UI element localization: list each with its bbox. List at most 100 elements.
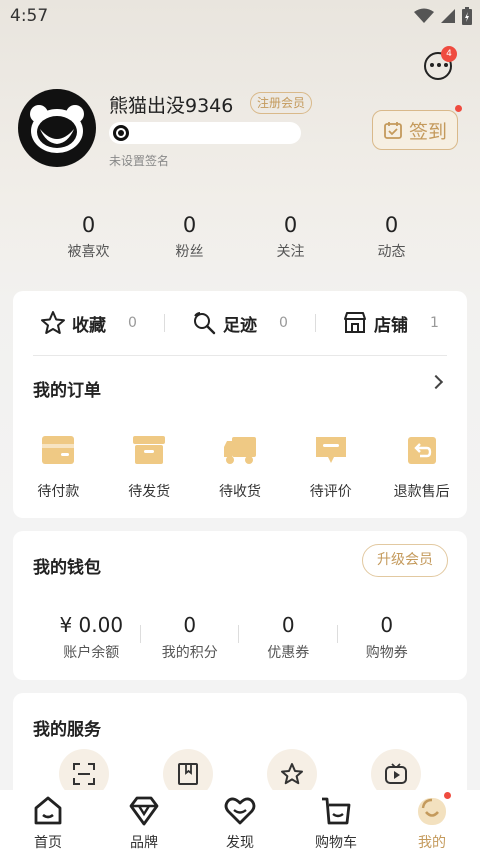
store-icon xyxy=(344,312,367,333)
star-icon xyxy=(281,763,303,785)
quick-link-count: 0 xyxy=(279,315,288,331)
divider xyxy=(33,355,447,356)
star-icon xyxy=(41,311,66,334)
nav-home[interactable]: 首页 xyxy=(0,790,96,853)
calendar-icon xyxy=(384,122,402,139)
wallet-vouchers[interactable]: 0 购物券 xyxy=(338,613,437,662)
order-pending-receipt[interactable]: 待收货 xyxy=(195,435,286,501)
upgrade-member-button[interactable]: 升级会员 xyxy=(362,544,448,577)
wallet-value: ¥ 0.00 xyxy=(59,613,124,637)
wifi-icon xyxy=(414,8,434,23)
orders-card: 收藏 0 足迹 0 店铺 1 我的订单 待付款 待发货 待收货 待评价 退款售后 xyxy=(13,291,467,518)
heart-icon xyxy=(224,797,256,825)
order-label: 退款售后 xyxy=(393,484,450,500)
signature-text[interactable]: 未设置签名 xyxy=(109,152,169,169)
truck-icon xyxy=(223,437,256,464)
order-pending-payment[interactable]: 待付款 xyxy=(13,435,104,501)
quick-link-count: 1 xyxy=(430,315,439,331)
stat-label: 关注 xyxy=(276,244,305,260)
services-card: 我的服务 xyxy=(13,693,467,803)
book-icon xyxy=(178,763,198,785)
nav-label: 品牌 xyxy=(130,835,158,851)
checkin-label: 签到 xyxy=(408,120,447,143)
stat-fans[interactable]: 0 粉丝 xyxy=(139,212,240,261)
stat-label: 被喜欢 xyxy=(67,244,110,260)
comment-icon xyxy=(315,437,346,463)
quick-link-stores[interactable]: 店铺 1 xyxy=(315,305,466,341)
nav-discover[interactable]: 发现 xyxy=(192,790,288,853)
status-icons xyxy=(414,7,472,25)
nav-label: 我的 xyxy=(418,835,446,851)
nav-notification-dot xyxy=(444,792,451,799)
order-label: 待发货 xyxy=(128,484,171,500)
stat-value: 0 xyxy=(384,213,399,237)
order-pending-review[interactable]: 待评价 xyxy=(285,435,376,501)
divider xyxy=(164,314,165,332)
home-icon xyxy=(34,796,62,825)
nav-label: 发现 xyxy=(226,835,254,851)
status-time: 4:57 xyxy=(10,6,49,26)
stat-value: 0 xyxy=(182,213,197,237)
nav-label: 购物车 xyxy=(315,835,357,851)
quick-links-row: 收藏 0 足迹 0 店铺 1 xyxy=(13,305,467,341)
scan-icon xyxy=(73,763,95,785)
wallet-label: 优惠券 xyxy=(267,645,310,661)
quick-link-label: 足迹 xyxy=(223,315,258,336)
order-label: 待收货 xyxy=(218,484,261,500)
checkin-button[interactable]: 签到 xyxy=(372,110,458,150)
chat-bubble-icon xyxy=(430,63,448,67)
stat-label: 粉丝 xyxy=(175,244,204,260)
wallet-value: 0 xyxy=(183,613,197,637)
orders-title: 我的订单 xyxy=(33,381,101,401)
checkin-notification-dot xyxy=(455,105,462,112)
bear-avatar-icon xyxy=(30,105,84,153)
divider xyxy=(315,314,316,332)
footprint-icon xyxy=(194,312,216,335)
nav-me[interactable]: 我的 xyxy=(384,790,480,853)
wallet-value: 0 xyxy=(281,613,295,637)
user-id-bar xyxy=(109,122,301,144)
battery-icon xyxy=(462,7,472,25)
wallet-title: 我的钱包 xyxy=(33,558,101,578)
refund-icon xyxy=(407,437,436,464)
box-icon xyxy=(133,436,166,464)
avatar[interactable] xyxy=(18,89,96,167)
profile-face-icon xyxy=(418,798,446,825)
signal-icon xyxy=(441,9,455,23)
quick-link-label: 收藏 xyxy=(72,315,107,336)
wallet-row: ¥ 0.00 账户余额 0 我的积分 0 优惠券 0 购物券 xyxy=(13,613,467,662)
order-status-row: 待付款 待发货 待收货 待评价 退款售后 xyxy=(13,435,467,501)
order-pending-shipment[interactable]: 待发货 xyxy=(104,435,195,501)
profile-stats: 0 被喜欢 0 粉丝 0 关注 0 动态 xyxy=(38,212,443,261)
id-dot-icon xyxy=(113,125,129,141)
wallet-card: 我的钱包 升级会员 ¥ 0.00 账户余额 0 我的积分 0 优惠券 0 购物券 xyxy=(13,531,467,680)
quick-link-label: 店铺 xyxy=(374,315,409,336)
wallet-balance[interactable]: ¥ 0.00 账户余额 xyxy=(42,613,141,662)
wallet-label: 我的积分 xyxy=(161,645,218,661)
quick-link-footprints[interactable]: 足迹 0 xyxy=(164,305,315,341)
stat-likes[interactable]: 0 被喜欢 xyxy=(38,212,139,261)
stat-following[interactable]: 0 关注 xyxy=(240,212,341,261)
username: 熊猫出没9346 xyxy=(109,95,234,117)
quick-link-count: 0 xyxy=(128,315,137,331)
stat-posts[interactable]: 0 动态 xyxy=(341,212,442,261)
order-label: 待评价 xyxy=(309,484,352,500)
message-badge: 4 xyxy=(441,46,457,62)
wallet-points[interactable]: 0 我的积分 xyxy=(141,613,239,662)
stat-value: 0 xyxy=(81,213,96,237)
order-label: 待付款 xyxy=(37,484,80,500)
bottom-nav: 首页 品牌 发现 购物车 我的 xyxy=(0,790,480,853)
quick-link-favorites[interactable]: 收藏 0 xyxy=(13,305,164,341)
nav-cart[interactable]: 购物车 xyxy=(288,790,384,853)
wallet-coupons[interactable]: 0 优惠券 xyxy=(239,613,338,662)
diamond-icon xyxy=(129,796,159,826)
video-icon xyxy=(385,763,407,784)
wallet-icon xyxy=(42,436,75,464)
nav-brands[interactable]: 品牌 xyxy=(96,790,192,853)
chevron-right-icon[interactable] xyxy=(428,374,444,390)
order-refund[interactable]: 退款售后 xyxy=(376,435,467,501)
wallet-label: 账户余额 xyxy=(63,645,120,661)
nav-label: 首页 xyxy=(34,835,62,851)
cart-icon xyxy=(322,797,351,825)
register-member-badge[interactable]: 注册会员 xyxy=(250,92,313,114)
